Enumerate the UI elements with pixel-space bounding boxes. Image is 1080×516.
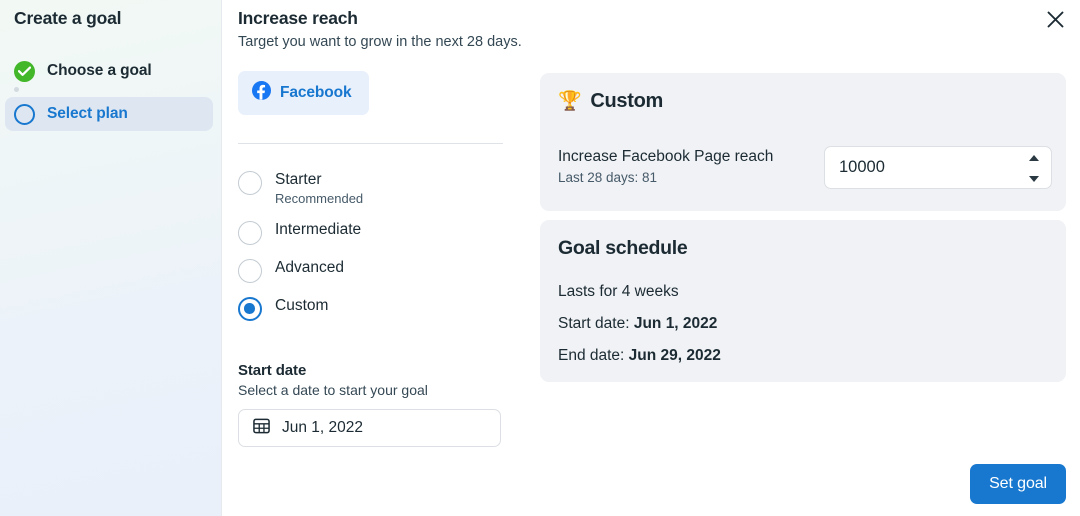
close-button[interactable] [1041,8,1069,36]
target-value-input[interactable]: 10000 [824,146,1052,189]
plan-radio-group: Starter Recommended Intermediate Advance… [238,170,518,321]
goal-schedule-card: Goal schedule Lasts for 4 weeks Start da… [540,220,1066,382]
start-date-title: Start date [238,362,307,379]
stepper-down-icon[interactable] [1028,176,1039,182]
main-panel: Increase reach Target you want to grow i… [222,0,1080,516]
platform-tab-row: Facebook [238,71,528,115]
plan-option-label: Starter [275,171,322,188]
plan-option-label: Advanced [275,259,344,276]
goal-start-date-value: Jun 1, 2022 [633,315,718,332]
page-subtitle: Target you want to grow in the next 28 d… [238,34,522,50]
plan-option-sublabel: Recommended [275,191,364,206]
start-date-section: Start date Select a date to start your g… [238,362,508,447]
goal-end-date-row: End date: Jun 29, 2022 [558,347,721,365]
step-connector-dot [14,87,19,92]
radio-icon[interactable] [238,171,262,195]
custom-target-card: 🏆 Custom Increase Facebook Page reach La… [540,73,1066,211]
circle-outline-icon [14,103,35,125]
sidebar: Create a goal Choose a goal Select plan [0,0,222,516]
radio-icon[interactable] [238,259,262,283]
number-stepper[interactable] [1027,155,1040,182]
sidebar-step-choose-a-goal[interactable]: Choose a goal [5,54,213,88]
plan-option-intermediate[interactable]: Intermediate [238,220,518,245]
calendar-icon [253,417,270,439]
create-goal-dialog: Create a goal Choose a goal Select plan … [0,0,1080,516]
goal-start-date-row: Start date: Jun 1, 2022 [558,315,717,333]
set-goal-button[interactable]: Set goal [970,464,1066,504]
start-date-input[interactable]: Jun 1, 2022 [238,409,501,447]
custom-metric-sublabel: Last 28 days: 81 [558,170,658,185]
tab-facebook-label: Facebook [280,84,352,101]
stepper-up-icon[interactable] [1028,155,1039,161]
plan-option-label: Intermediate [275,221,362,238]
goal-end-date-prefix: End date: [558,347,629,364]
section-divider [238,143,503,144]
radio-icon-selected[interactable] [238,297,262,321]
check-circle-icon [14,60,35,82]
start-date-value: Jun 1, 2022 [282,419,364,436]
sidebar-title: Create a goal [14,8,122,28]
goal-duration: Lasts for 4 weeks [558,283,679,300]
start-date-subtitle: Select a date to start your goal [238,382,428,398]
tab-facebook[interactable]: Facebook [238,71,369,115]
goal-end-date-value: Jun 29, 2022 [628,347,721,364]
sidebar-step-label: Select plan [47,105,128,122]
plan-option-advanced[interactable]: Advanced [238,258,518,283]
close-icon [1047,11,1064,33]
plan-option-label: Custom [275,297,329,314]
goal-schedule-title: Goal schedule [558,237,688,259]
custom-card-title-row: 🏆 Custom [558,90,663,113]
goal-start-date-prefix: Start date: [558,315,634,332]
plan-option-custom[interactable]: Custom [238,296,518,321]
page-title: Increase reach [238,8,358,28]
custom-metric-label: Increase Facebook Page reach [558,148,774,165]
facebook-icon [252,81,271,105]
target-value: 10000 [839,158,885,176]
sidebar-step-select-plan[interactable]: Select plan [5,97,213,131]
plan-option-starter[interactable]: Starter Recommended [238,170,518,207]
custom-card-title: Custom [590,90,664,112]
sidebar-step-label: Choose a goal [47,62,152,79]
trophy-icon: 🏆 [558,91,582,112]
radio-icon[interactable] [238,221,262,245]
